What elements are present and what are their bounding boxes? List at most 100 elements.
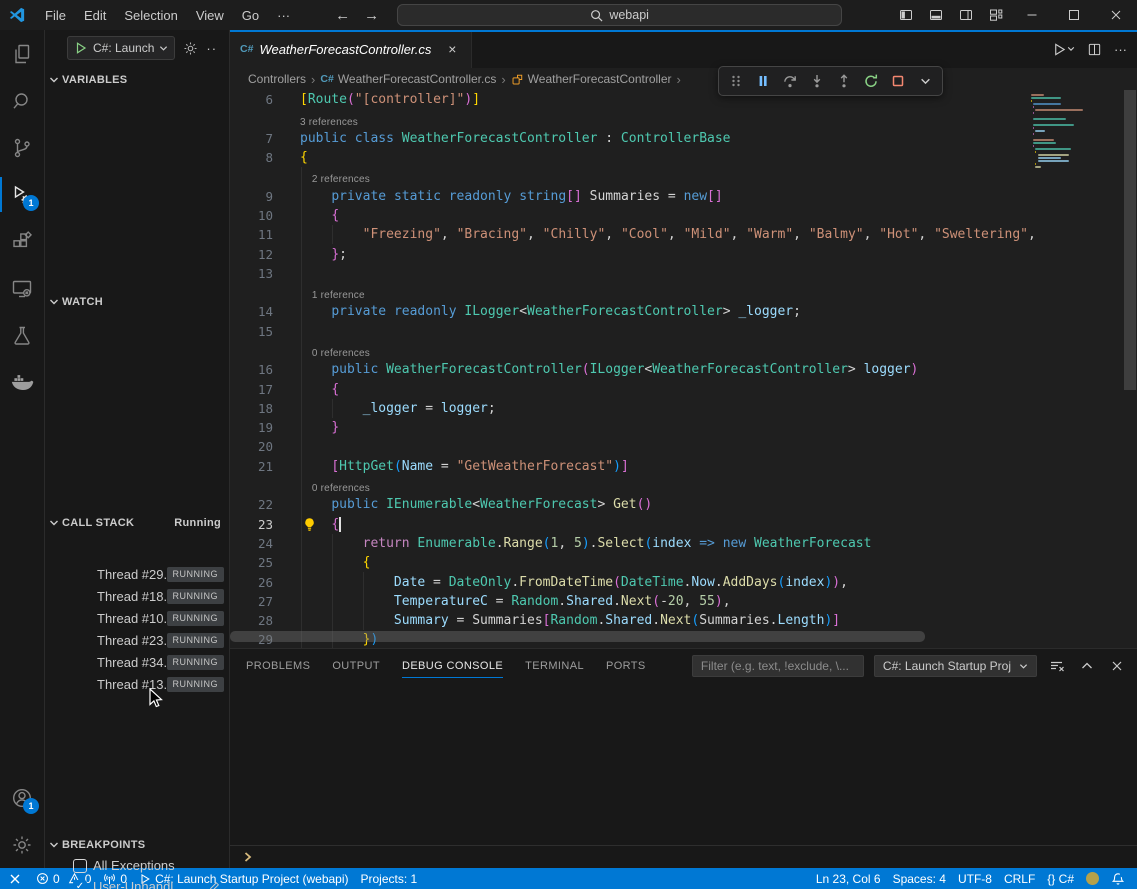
breakpoint-item[interactable]: ✓User-Unhandl... [45,876,229,889]
debug-play-icon[interactable] [74,41,88,55]
line-number[interactable]: 15 [230,324,273,339]
code-line-21[interactable]: 21 [HttpGet(Name = "GetWeatherForecast")… [230,457,1137,476]
call-stack-thread[interactable]: Thread #13...RUNNING [45,673,229,695]
restart-icon[interactable] [859,69,883,93]
minimap[interactable] [1031,90,1123,636]
indentation-status[interactable]: Spaces: 4 [887,868,952,889]
gripper-icon[interactable] [724,69,748,93]
stop-icon[interactable] [886,69,910,93]
line-number[interactable]: 11 [230,227,273,242]
code-line-27[interactable]: 27 TemperatureC = Random.Shared.Next(-20… [230,592,1137,611]
customize-layout-icon[interactable] [981,0,1011,30]
line-number[interactable]: 17 [230,382,273,397]
call-stack-thread[interactable]: Thread #10...RUNNING [45,607,229,629]
console-filter-input[interactable] [692,655,864,677]
line-number[interactable]: 18 [230,401,273,416]
line-number[interactable]: 27 [230,594,273,609]
command-center-search[interactable]: webapi [397,4,842,26]
breakpoints-section-header[interactable]: BREAKPOINTS [45,835,229,855]
line-number[interactable]: 13 [230,266,273,281]
code-line-11[interactable]: 11 "Freezing", "Bracing", "Chilly", "Coo… [230,225,1137,244]
breakpoint-item[interactable]: All Exceptions [45,855,229,876]
activity-search[interactable] [0,77,44,124]
code-line-9[interactable]: 9 private static readonly string[] Summa… [230,186,1137,205]
split-editor-icon[interactable] [1087,42,1102,57]
code-line-24[interactable]: 24 return Enumerable.Range(1, 5).Select(… [230,534,1137,553]
menu-view[interactable]: View [187,4,233,26]
code-line-22[interactable]: 22 public IEnumerable<WeatherForecast> G… [230,495,1137,514]
code-line-8[interactable]: 8{ [230,148,1137,167]
remote-indicator[interactable] [0,868,30,889]
notifications-bell[interactable] [1105,868,1131,889]
activity-docker[interactable] [0,359,44,406]
code-line-7[interactable]: 7public class WeatherForecastController … [230,129,1137,148]
tab-close-icon[interactable]: × [443,40,461,58]
lightbulb-icon[interactable] [302,517,317,532]
line-number[interactable]: 24 [230,536,273,551]
layout-sidebar-left-icon[interactable] [891,0,921,30]
step-out-icon[interactable] [832,69,856,93]
line-number[interactable]: 6 [230,92,273,107]
vertical-scrollbar[interactable] [1124,90,1136,390]
chevron-down-icon[interactable] [913,69,937,93]
line-number[interactable]: 22 [230,497,273,512]
code-line-26[interactable]: 26 Date = DateOnly.FromDateTime(DateTime… [230,572,1137,591]
code-line-23[interactable]: 23 { [230,515,1137,534]
horizontal-scrollbar[interactable] [230,631,925,642]
activity-extensions[interactable] [0,218,44,265]
maximize-panel-icon[interactable] [1077,656,1097,676]
layout-sidebar-right-icon[interactable] [951,0,981,30]
tab-weatherforecastcontroller[interactable]: C# WeatherForecastController.cs × [230,30,472,68]
breadcrumb-folder[interactable]: Controllers [248,72,306,86]
line-number[interactable]: 26 [230,575,273,590]
code-line-16[interactable]: 16 public WeatherForecastController(ILog… [230,360,1137,379]
language-mode[interactable]: {} C# [1041,868,1080,889]
sidebar-more-actions[interactable]: ·· [206,41,217,56]
watch-section-header[interactable]: WATCH [45,292,229,312]
code-area[interactable]: 6[Route("[controller]")]3 references7pub… [230,90,1137,648]
line-number[interactable]: 19 [230,420,273,435]
menu-selection[interactable]: Selection [115,4,186,26]
minimize-button[interactable] [1011,0,1053,30]
panel-tab-debug-console[interactable]: DEBUG CONSOLE [402,649,503,683]
line-number[interactable]: 14 [230,304,273,319]
line-number[interactable]: 21 [230,459,273,474]
line-number[interactable]: 16 [230,362,273,377]
clear-console-icon[interactable] [1047,656,1067,676]
activity-remote-explorer[interactable] [0,265,44,312]
activity-explorer[interactable] [0,30,44,77]
cursor-position[interactable]: Ln 23, Col 6 [810,868,887,889]
panel-tab-problems[interactable]: PROBLEMS [246,649,310,683]
projects-status[interactable]: Projects: 1 [355,868,424,889]
call-stack-section-header[interactable]: CALL STACK Running [45,513,229,533]
debug-console-output[interactable] [230,683,1137,845]
line-number[interactable]: 10 [230,208,273,223]
codelens-references[interactable]: 2 references [230,167,1137,186]
encoding-status[interactable]: UTF-8 [952,868,998,889]
call-stack-thread[interactable]: Thread #23...RUNNING [45,629,229,651]
code-line-28[interactable]: 28 Summary = Summaries[Random.Shared.Nex… [230,611,1137,630]
eol-status[interactable]: CRLF [998,868,1041,889]
dotnet-status[interactable] [1080,868,1105,889]
activity-run-and-debug[interactable]: 1 [0,171,44,218]
menu-edit[interactable]: Edit [75,4,115,26]
line-number[interactable]: 25 [230,555,273,570]
activity-settings[interactable] [0,821,44,868]
code-line-18[interactable]: 18 _logger = logger; [230,399,1137,418]
code-line-13[interactable]: 13 [230,264,1137,283]
code-line-6[interactable]: 6[Route("[controller]")] [230,90,1137,109]
call-stack-thread[interactable]: Thread #18...RUNNING [45,585,229,607]
breadcrumb-file[interactable]: C#WeatherForecastController.cs [320,72,496,86]
codelens-references[interactable]: 0 references [230,476,1137,495]
activity-testing[interactable] [0,312,44,359]
debug-settings-gear-icon[interactable] [182,40,199,57]
debug-launch-control[interactable]: C#: Launch [67,36,175,60]
menu-go[interactable]: Go [233,4,268,26]
codelens-references[interactable]: 1 reference [230,283,1137,302]
code-line-19[interactable]: 19 } [230,418,1137,437]
nav-back-icon[interactable]: ← [335,7,350,24]
code-line-20[interactable]: 20 [230,437,1137,456]
panel-tab-output[interactable]: OUTPUT [332,649,380,683]
code-line-15[interactable]: 15 [230,322,1137,341]
code-line-25[interactable]: 25 { [230,553,1137,572]
